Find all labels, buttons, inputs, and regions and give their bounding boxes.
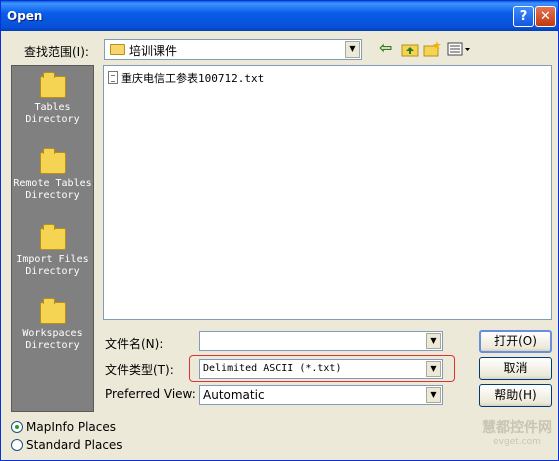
watermark-text: 慧都控件网 xyxy=(482,420,552,436)
mapinfo-places-radio[interactable]: MapInfo Places xyxy=(11,420,116,434)
help-icon: ? xyxy=(519,9,528,24)
new-folder-icon[interactable] xyxy=(423,41,441,57)
up-folder-icon[interactable] xyxy=(401,41,419,57)
cancel-button[interactable]: 取消 xyxy=(479,357,552,380)
close-button[interactable]: ✕ xyxy=(535,6,556,27)
place-tables-directory[interactable]: Tables Directory xyxy=(12,72,93,126)
folder-icon xyxy=(39,72,66,98)
place-import-files-directory[interactable]: Import Files Directory xyxy=(12,224,93,278)
filetype-select[interactable]: Delimited ASCII (*.txt) ▼ xyxy=(199,359,443,379)
preferred-view-value: Automatic xyxy=(203,388,265,402)
place-label: Tables Directory xyxy=(25,102,80,125)
text-file-icon xyxy=(108,71,118,84)
dropdown-arrow-icon[interactable]: ▼ xyxy=(426,333,441,349)
radio-label: MapInfo Places xyxy=(26,420,117,434)
standard-places-radio[interactable]: Standard Places xyxy=(11,438,123,452)
file-name: 重庆电信工参表100712.txt xyxy=(121,72,265,85)
look-in-value: 培训课件 xyxy=(129,44,178,58)
place-workspaces-directory[interactable]: Workspaces Directory xyxy=(12,298,93,352)
dropdown-arrow-icon[interactable]: ▼ xyxy=(426,387,441,403)
filename-input[interactable]: ▼ xyxy=(199,331,443,351)
help-title-button[interactable]: ? xyxy=(513,6,534,27)
back-icon[interactable]: ⇦ xyxy=(379,40,397,57)
radio-label: Standard Places xyxy=(26,438,123,452)
help-button[interactable]: 帮助(H) xyxy=(479,384,552,407)
radio-unchecked-icon xyxy=(11,439,23,451)
view-menu-icon[interactable] xyxy=(447,41,471,57)
dropdown-arrow-icon[interactable]: ▼ xyxy=(345,41,360,58)
list-item[interactable]: 重庆电信工参表100712.txt xyxy=(108,70,264,86)
filetype-label: 文件类型(T): xyxy=(105,363,174,377)
places-bar: Tables Directory Remote Tables Directory… xyxy=(11,65,94,412)
title-bar[interactable]: Open ? ✕ xyxy=(1,1,558,31)
look-in-label: 查找范围(I): xyxy=(24,45,89,59)
filetype-value: Delimited ASCII (*.txt) xyxy=(203,363,342,374)
watermark-url: evget.com xyxy=(493,437,541,447)
open-button[interactable]: 打开(O) xyxy=(479,330,552,353)
filename-label: 文件名(N): xyxy=(105,337,164,351)
folder-icon xyxy=(39,298,66,324)
folder-icon xyxy=(39,148,66,174)
close-icon: ✕ xyxy=(540,9,551,24)
folder-icon xyxy=(110,44,125,55)
place-label: Remote Tables Directory xyxy=(13,178,92,201)
place-remote-tables-directory[interactable]: Remote Tables Directory xyxy=(12,148,93,202)
place-label: Import Files Directory xyxy=(16,254,89,277)
folder-icon xyxy=(39,224,66,250)
window-title: Open xyxy=(7,9,43,23)
watermark: 慧都控件网 evget.com xyxy=(477,421,557,449)
preferred-view-label: Preferred View: xyxy=(105,387,196,401)
place-label: Workspaces Directory xyxy=(22,328,83,351)
open-dialog: Open ? ✕ 查找范围(I): 培训课件 ▼ ⇦ Tables Direct… xyxy=(0,0,559,461)
look-in-combo[interactable]: 培训课件 ▼ xyxy=(104,39,362,60)
preferred-view-select[interactable]: Automatic ▼ xyxy=(199,385,443,405)
dropdown-arrow-icon[interactable]: ▼ xyxy=(426,361,441,377)
file-list[interactable]: 重庆电信工参表100712.txt xyxy=(103,65,552,320)
radio-checked-icon xyxy=(11,421,23,433)
